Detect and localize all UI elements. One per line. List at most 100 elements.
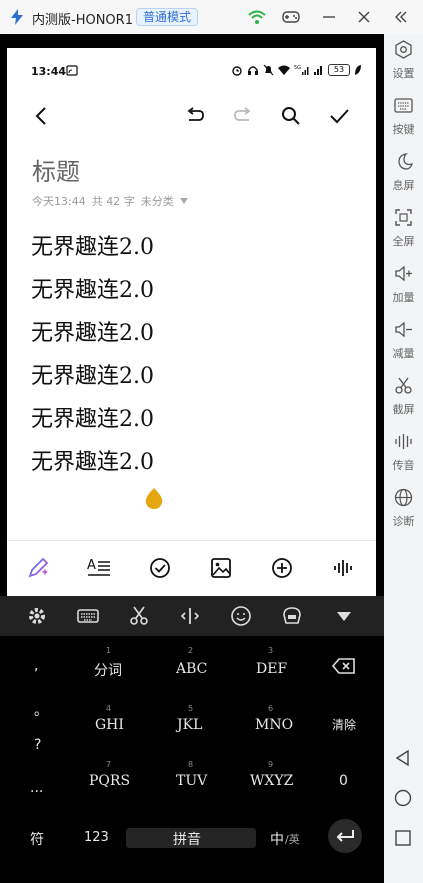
- lang-en-label[interactable]: /英: [285, 831, 300, 847]
- body-line[interactable]: 无界趣连2.0: [31, 441, 154, 484]
- redo-icon[interactable]: [231, 104, 255, 128]
- chevron-down-icon[interactable]: [179, 198, 188, 204]
- body-line[interactable]: 无界趣连2.0: [31, 269, 154, 312]
- sidebar-item-settings[interactable]: 设置: [384, 38, 423, 84]
- category-selector[interactable]: 未分类: [141, 193, 174, 209]
- gamepad-icon[interactable]: [282, 8, 300, 26]
- key-number: 2: [188, 646, 194, 655]
- body-line[interactable]: 无界趣连2.0: [31, 312, 154, 355]
- key-mno[interactable]: MNO: [255, 717, 293, 733]
- wifi-icon[interactable]: [248, 8, 266, 26]
- magic-pen-icon[interactable]: [25, 555, 51, 581]
- sidebar-label: 加量: [392, 291, 415, 304]
- fullscreen-icon: [395, 209, 412, 226]
- minimize-icon[interactable]: [320, 8, 338, 26]
- sidebar-label: 截屏: [392, 403, 415, 416]
- backspace-icon[interactable]: [332, 658, 356, 674]
- search-icon[interactable]: [279, 104, 303, 128]
- sidebar-label: 诊断: [392, 515, 415, 528]
- note-body[interactable]: 无界趣连2.0 无界趣连2.0 无界趣连2.0 无界趣连2.0 无界趣连2.0 …: [31, 226, 154, 484]
- punctuation-column: , 。 ? ...: [0, 636, 72, 828]
- key-def[interactable]: DEF: [256, 661, 287, 677]
- phone-screen: 13:44 5G 53 标题 今天13:44 共 42 字 未分类 无界趣连2.…: [7, 48, 376, 630]
- sidebar-label: 传音: [392, 459, 415, 472]
- key-pqrs[interactable]: PQRS: [89, 773, 130, 789]
- sidebar-item-screenshot[interactable]: 截屏: [384, 374, 423, 420]
- close-icon[interactable]: [355, 8, 373, 26]
- body-line[interactable]: 无界趣连2.0: [31, 226, 154, 269]
- sidebar-item-fullscreen[interactable]: 全屏: [384, 206, 423, 252]
- undo-icon[interactable]: [183, 104, 207, 128]
- symbol-key[interactable]: 符: [30, 829, 44, 849]
- lang-zh-label[interactable]: 中: [270, 829, 284, 849]
- number-key[interactable]: 123: [84, 830, 109, 845]
- sidebar-item-screen-off[interactable]: 息屏: [384, 150, 423, 196]
- gear-icon[interactable]: [26, 605, 48, 627]
- collapse-keyboard-icon[interactable]: [333, 605, 355, 627]
- sidebar-item-volume-down[interactable]: 减量: [384, 318, 423, 364]
- status-bar: 13:44 5G 53: [7, 48, 376, 88]
- nav-back-icon[interactable]: [392, 747, 414, 769]
- emulator-sidebar: 设置 按键 息屏 全屏 加量 减量 截屏 传音 诊断: [384, 34, 423, 883]
- sidebar-item-volume-up[interactable]: 加量: [384, 262, 423, 308]
- add-icon[interactable]: [269, 555, 295, 581]
- key-jkl[interactable]: JKL: [177, 717, 202, 733]
- title-bar: 内测版-HONOR1 普通模式: [0, 0, 423, 34]
- zero-key[interactable]: 0: [339, 773, 348, 789]
- key-number: 5: [188, 704, 194, 713]
- nav-recents-icon[interactable]: [392, 827, 414, 849]
- space-label: 拼音: [173, 832, 201, 848]
- cursor-move-icon[interactable]: [179, 605, 201, 627]
- key-wxyz[interactable]: WXYZ: [250, 773, 293, 789]
- text-cursor-handle[interactable]: [144, 488, 164, 510]
- sidebar-item-audio[interactable]: 传音: [384, 430, 423, 476]
- sidebar-item-diagnose[interactable]: 诊断: [384, 486, 423, 532]
- key-fenci[interactable]: 分词: [94, 660, 122, 680]
- keyboard-icon[interactable]: [77, 605, 99, 627]
- sidebar-label: 设置: [392, 67, 415, 80]
- globe-icon: [394, 488, 413, 507]
- signal-icon: [314, 66, 322, 75]
- body-line[interactable]: 无界趣连2.0: [31, 355, 154, 398]
- note-title-field[interactable]: 标题: [32, 152, 80, 187]
- volume-up-icon: [395, 265, 412, 282]
- sticker-icon[interactable]: [281, 605, 303, 627]
- status-time: 13:44: [31, 65, 67, 78]
- ellipsis-key[interactable]: ...: [30, 780, 43, 796]
- back-arrow-icon[interactable]: [30, 104, 54, 128]
- clear-key[interactable]: 清除: [332, 716, 356, 733]
- mode-badge[interactable]: 普通模式: [136, 8, 199, 26]
- key-number: 9: [268, 760, 274, 769]
- wifi-status-icon: [278, 65, 290, 75]
- cast-icon: [66, 65, 78, 76]
- key-number: 1: [106, 646, 112, 655]
- key-ghi[interactable]: GHI: [95, 717, 124, 733]
- comma-key[interactable]: ,: [34, 658, 38, 674]
- scissors-icon[interactable]: [128, 605, 150, 627]
- space-bar[interactable]: 拼音: [126, 828, 256, 848]
- key-tuv[interactable]: TUV: [176, 773, 207, 789]
- image-icon[interactable]: [208, 555, 234, 581]
- sound-wave-icon: [395, 434, 412, 449]
- svg-text:5G: 5G: [294, 65, 301, 71]
- body-line[interactable]: 无界趣连2.0: [31, 398, 154, 441]
- emoji-icon[interactable]: [230, 605, 252, 627]
- text-format-icon[interactable]: A: [86, 555, 112, 581]
- collapse-sidebar-icon[interactable]: [392, 8, 410, 26]
- voice-wave-icon[interactable]: [330, 555, 356, 581]
- checkmark-icon[interactable]: [327, 104, 351, 128]
- status-icons: 5G 53: [231, 63, 362, 77]
- note-meta: 今天13:44 共 42 字 未分类: [32, 193, 188, 209]
- period-key[interactable]: 。: [34, 700, 48, 720]
- checklist-icon[interactable]: [147, 555, 173, 581]
- key-abc[interactable]: ABC: [176, 661, 207, 677]
- question-key[interactable]: ?: [34, 737, 41, 753]
- phone-frame: 13:44 5G 53 标题 今天13:44 共 42 字 未分类 无界趣连2.…: [0, 34, 384, 883]
- sidebar-label: 按键: [392, 123, 415, 136]
- enter-key[interactable]: [328, 819, 362, 853]
- lightning-logo-icon: [11, 9, 23, 25]
- sidebar-label: 息屏: [392, 179, 415, 192]
- nav-home-icon[interactable]: [392, 787, 414, 809]
- sidebar-item-keys[interactable]: 按键: [384, 94, 423, 140]
- alarm-icon: [232, 66, 242, 76]
